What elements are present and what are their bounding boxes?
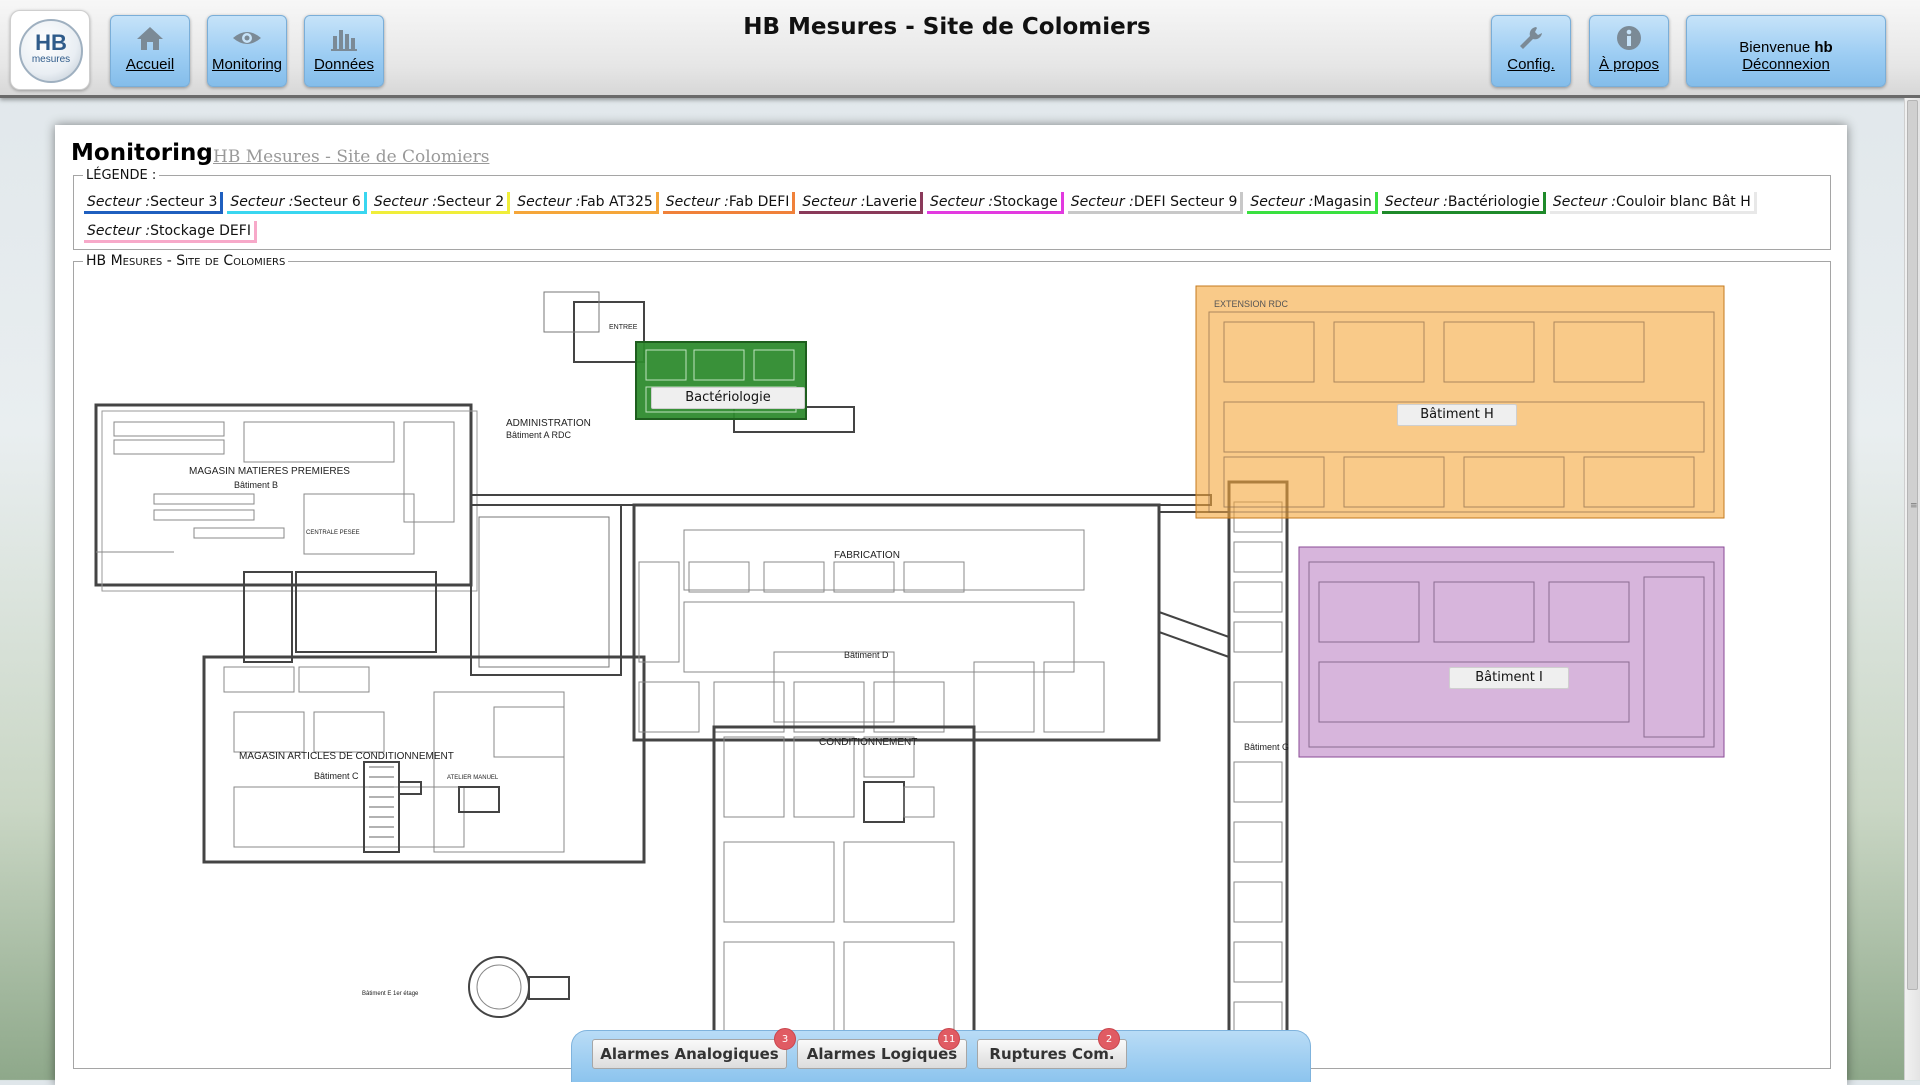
legend-sector-item[interactable]: Secteur :Fab AT325 <box>514 192 659 214</box>
bat-b-label: Bâtiment B <box>234 480 278 490</box>
legend-sector-prefix: Secteur : <box>802 194 866 210</box>
legend-sector-item[interactable]: Secteur :Laverie <box>799 192 924 214</box>
scrollbar-grip-icon: ≡ <box>1910 501 1918 511</box>
ruptures-com-count: 2 <box>1098 1028 1120 1050</box>
legend-sector-item[interactable]: Secteur :Stockage DEFI <box>84 221 257 243</box>
legend-sector-prefix: Secteur : <box>1384 194 1448 210</box>
bat-e-label: Bâtiment E 1er étage <box>362 991 419 997</box>
welcome-text: Bienvenue hb <box>1687 39 1885 56</box>
logo-subtext: mesures <box>31 54 71 65</box>
top-bar: HB mesures Accueil Monitoring Données HB… <box>0 0 1920 98</box>
alarmes-analogiques-label: Alarmes Analogiques <box>600 1045 779 1063</box>
legend-sector-name: Fab DEFI <box>728 194 790 210</box>
breadcrumb[interactable]: HB Mesures - Site de Colomiers <box>213 147 489 167</box>
user-box: Bienvenue hb Déconnexion <box>1686 15 1886 87</box>
config-button[interactable]: Config. <box>1491 15 1571 87</box>
bat-c-label: Bâtiment C <box>314 771 359 781</box>
nav-monitoring-label: Monitoring <box>211 56 283 73</box>
legend-sector-item[interactable]: Secteur :Magasin <box>1247 192 1378 214</box>
nav-donnees-label: Données <box>313 56 375 73</box>
legend-sector-item[interactable]: Secteur :Secteur 6 <box>227 192 367 214</box>
welcome-prefix: Bienvenue <box>1739 39 1811 56</box>
config-label: Config. <box>1507 56 1555 73</box>
magasin-mp-label: MAGASIN MATIERES PREMIERES <box>189 466 350 477</box>
legend-sector-name: Secteur 2 <box>436 194 505 210</box>
vertical-scrollbar[interactable]: ≡ <box>1904 98 1920 1080</box>
about-button[interactable]: À propos <box>1589 15 1669 87</box>
legend-sector-name: Magasin <box>1313 194 1372 210</box>
legend-sector-prefix: Secteur : <box>87 223 151 239</box>
info-icon <box>1590 24 1668 54</box>
alarm-bar: Alarmes Analogiques 3 Alarmes Logiques 1… <box>571 1028 1311 1082</box>
fabrication-label: FABRICATION <box>834 550 900 561</box>
legend-sector-prefix: Secteur : <box>1250 194 1314 210</box>
legend-sector-name: Stockage <box>993 194 1058 210</box>
admin-label: ADMINISTRATION <box>506 418 591 429</box>
legend-sector-prefix: Secteur : <box>517 194 581 210</box>
alarmes-logiques-button[interactable]: Alarmes Logiques 11 <box>797 1028 967 1069</box>
alarmes-analogiques-button[interactable]: Alarmes Analogiques 3 <box>592 1028 796 1069</box>
alarmes-logiques-count: 11 <box>938 1028 960 1050</box>
legend-sector-name: Secteur 6 <box>293 194 361 210</box>
legend-sector-prefix: Secteur : <box>930 194 994 210</box>
atelier-label: ATELIER MANUEL <box>447 775 499 781</box>
legend-sector-prefix: Secteur : <box>87 194 151 210</box>
floor-plan: EXTENSION RDC ENTREE ADMINISTRATION Bâti… <box>94 285 1725 1069</box>
legend-sector-item[interactable]: Secteur :Secteur 3 <box>84 192 224 214</box>
legend-sector-prefix: Secteur : <box>1552 194 1616 210</box>
legend-sector-item[interactable]: Secteur :Stockage <box>927 192 1064 214</box>
about-label: À propos <box>1598 56 1660 73</box>
wrench-icon <box>1492 24 1570 54</box>
alarmes-analogiques-count: 3 <box>774 1028 796 1050</box>
legend-sector-prefix: Secteur : <box>1070 194 1134 210</box>
zone-bacteriologie-label[interactable]: Bactériologie <box>651 387 805 409</box>
legend-sector-name: Couloir blanc Bât H <box>1615 194 1751 210</box>
extension-label: EXTENSION RDC <box>1214 299 1289 309</box>
legend-sector-item[interactable]: Secteur :DEFI Secteur 9 <box>1067 192 1244 214</box>
legend-list: Secteur :Secteur 3 Secteur :Secteur 6 Sect… <box>84 192 1824 243</box>
alarmes-logiques-label: Alarmes Logiques <box>806 1045 958 1063</box>
legend-sector-prefix: Secteur : <box>373 194 437 210</box>
ruptures-com-button[interactable]: Ruptures Com. 2 <box>977 1028 1127 1069</box>
magasin-ac-label: MAGASIN ARTICLES DE CONDITIONNEMENT <box>239 751 454 762</box>
legend-sector-prefix: Secteur : <box>230 194 294 210</box>
scrollbar-thumb[interactable]: ≡ <box>1907 100 1918 990</box>
bat-d-label: Bâtiment D <box>844 650 889 660</box>
legend-title: LÉGENDE : <box>83 168 160 183</box>
legend-sector-name: Secteur 3 <box>150 194 218 210</box>
admin-sub-label: Bâtiment A RDC <box>506 430 572 440</box>
username: hb <box>1814 39 1833 56</box>
conditionnement-label: CONDITIONNEMENT <box>819 737 917 748</box>
legend-sector-name: DEFI Secteur 9 <box>1133 194 1238 210</box>
legend-sector-item[interactable]: Secteur :Bactériologie <box>1381 192 1546 214</box>
legend-sector-name: Bactériologie <box>1447 194 1540 210</box>
legend-sector-item[interactable]: Secteur :Couloir blanc Bât H <box>1549 192 1757 214</box>
legend-sector-name: Fab AT325 <box>580 194 653 210</box>
ruptures-com-label: Ruptures Com. <box>989 1045 1115 1063</box>
bat-g-label: Bâtiment G <box>1244 742 1289 752</box>
nav-accueil-label: Accueil <box>125 56 175 73</box>
legend-box: LÉGENDE : Secteur :Secteur 3 Secteur :Sec… <box>73 168 1831 250</box>
legend-sector-name: Laverie <box>865 194 918 210</box>
zone-batiment-h-label[interactable]: Bâtiment H <box>1397 404 1517 426</box>
entree-label: ENTREE <box>609 324 638 331</box>
legend-sector-name: Stockage DEFI <box>150 223 251 239</box>
legend-sector-item[interactable]: Secteur :Secteur 2 <box>370 192 511 214</box>
legend-sector-item[interactable]: Secteur :Fab DEFI <box>662 192 796 214</box>
plan-box: HB Mesures - Site de Colomiers EXTENSION… <box>73 253 1831 1069</box>
page-title: Monitoring <box>71 140 213 166</box>
centrale-label: CENTRALE PESEE <box>306 530 360 536</box>
logout-link[interactable]: Déconnexion <box>1687 56 1885 73</box>
main-panel: Monitoring HB Mesures - Site de Colomier… <box>55 125 1847 1085</box>
legend-sector-prefix: Secteur : <box>665 194 729 210</box>
zone-batiment-i-label[interactable]: Bâtiment I <box>1449 667 1569 689</box>
